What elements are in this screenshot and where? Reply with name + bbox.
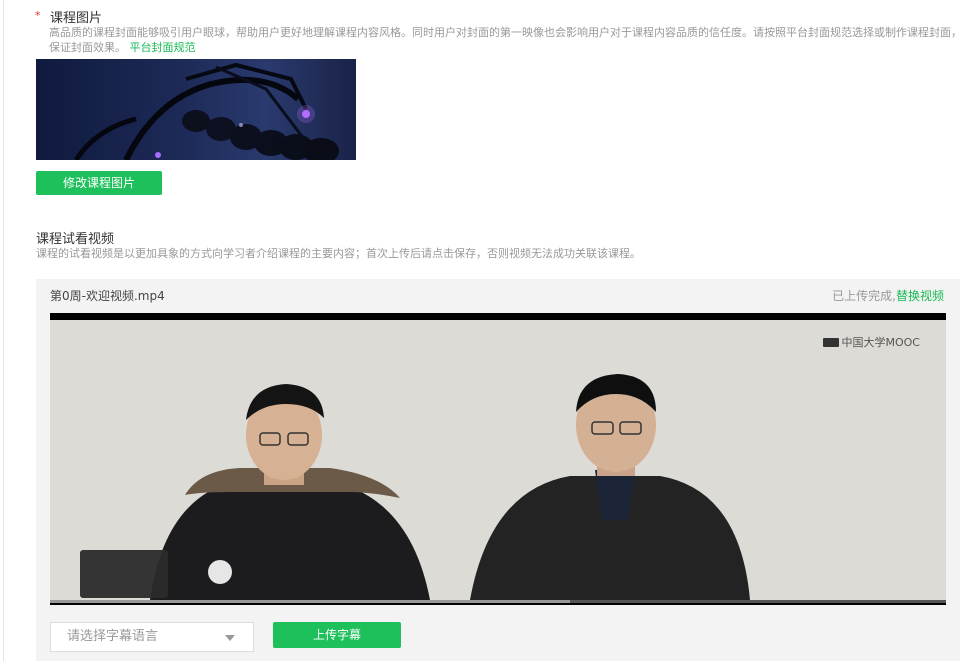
upload-subtitle-button[interactable]: 上传字幕 bbox=[273, 622, 401, 648]
video-filename: 第0周-欢迎视频.mp4 bbox=[50, 289, 165, 303]
left-divider bbox=[3, 0, 4, 661]
mooc-logo-icon bbox=[822, 337, 839, 347]
watermark-text: 中国大学MOOC bbox=[841, 336, 921, 349]
change-cover-button[interactable]: 修改课程图片 bbox=[36, 171, 162, 195]
video-progress-bar[interactable] bbox=[50, 600, 946, 603]
subtitle-select-placeholder: 请选择字幕语言 bbox=[67, 629, 159, 644]
video-description: 课程的试看视频是以更加具象的方式向学习者介绍课程的主要内容；首次上传后请点击保存… bbox=[36, 247, 641, 260]
player-control-overlay[interactable] bbox=[80, 550, 168, 598]
video-still bbox=[50, 320, 946, 600]
video-progress-fill bbox=[50, 600, 570, 603]
mooc-watermark: 中国大学MOOC bbox=[822, 334, 921, 350]
cover-guide-link[interactable]: 平台封面规范 bbox=[130, 41, 196, 54]
upload-status: 已上传完成,替换视频 bbox=[832, 287, 944, 304]
video-player[interactable]: 中国大学MOOC bbox=[50, 313, 946, 605]
upload-status-text: 已上传完成, bbox=[832, 289, 896, 303]
required-mark: * bbox=[35, 9, 41, 22]
subtitle-language-select[interactable]: 请选择字幕语言 bbox=[50, 622, 254, 652]
cover-section-title: 课程图片 bbox=[50, 11, 103, 26]
video-panel: 第0周-欢迎视频.mp4 已上传完成,替换视频 中国大学MOOC 请选择字幕语言… bbox=[36, 279, 960, 661]
video-section-title: 课程试看视频 bbox=[36, 232, 115, 247]
replace-video-link[interactable]: 替换视频 bbox=[896, 289, 944, 303]
video-frame[interactable]: 中国大学MOOC bbox=[50, 320, 946, 600]
chevron-down-icon bbox=[225, 635, 235, 641]
course-cover-image bbox=[36, 59, 356, 160]
cover-description: 高品质的课程封面能够吸引用户眼球，帮助用户更好地理解课程内容风格。同时用户对封面… bbox=[49, 25, 968, 55]
